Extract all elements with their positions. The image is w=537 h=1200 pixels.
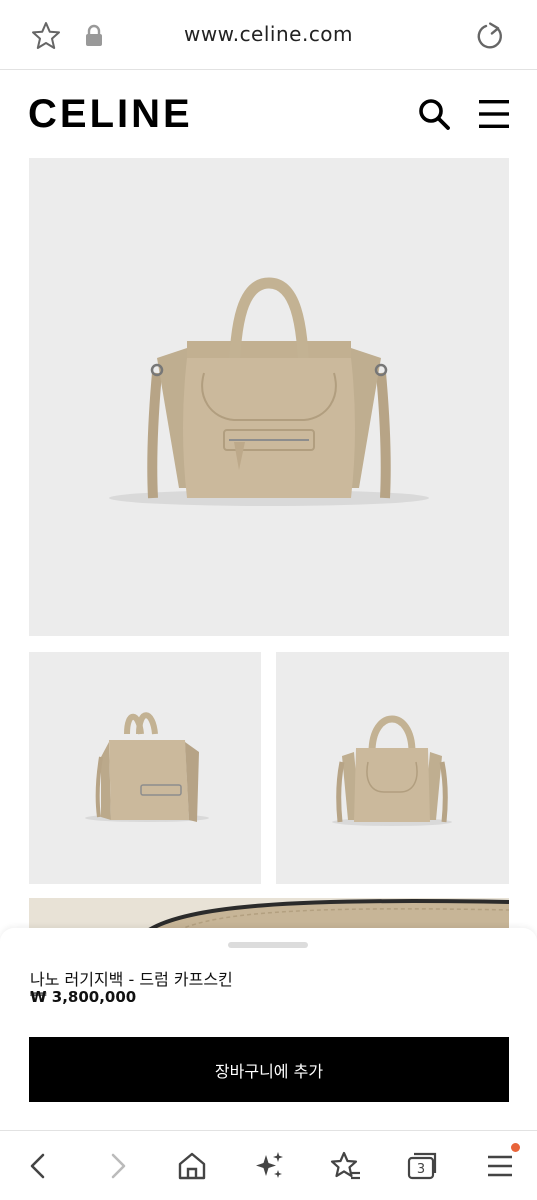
site-header: CELINE — [0, 70, 537, 156]
add-to-cart-label: 장바구니에 추가 — [214, 1061, 324, 1081]
product-name: 나노 러기지백 - 드럼 카프스킨 — [30, 970, 233, 989]
browser-bottom-nav: 3 — [0, 1130, 537, 1200]
add-to-cart-button[interactable]: 장바구니에 추가 — [29, 1037, 509, 1102]
tab-count: 3 — [417, 1162, 425, 1177]
product-price: ₩ 3,800,000 — [30, 988, 137, 1006]
product-image-main[interactable] — [29, 158, 509, 636]
bag-side-illustration — [85, 712, 209, 822]
product-image-back[interactable] — [276, 652, 509, 884]
product-image-side[interactable] — [29, 652, 261, 884]
forward-icon[interactable] — [100, 1149, 134, 1183]
search-icon[interactable] — [416, 96, 452, 132]
browser-url-bar: www.celine.com — [0, 0, 537, 70]
tabs-icon[interactable]: 3 — [405, 1149, 439, 1183]
menu-icon[interactable] — [483, 1149, 517, 1183]
leather-detail-illustration — [29, 898, 509, 930]
reload-icon[interactable] — [474, 20, 506, 52]
sparkle-icon[interactable] — [252, 1149, 286, 1183]
notification-dot — [511, 1143, 520, 1152]
back-icon[interactable] — [22, 1149, 56, 1183]
hamburger-menu-icon[interactable] — [478, 98, 510, 130]
sheet-drag-handle[interactable] — [228, 942, 308, 948]
home-icon[interactable] — [175, 1149, 209, 1183]
url-text[interactable]: www.celine.com — [0, 22, 537, 46]
bag-front-illustration — [109, 277, 429, 506]
product-image-detail[interactable] — [29, 898, 509, 930]
bag-back-illustration — [332, 715, 452, 826]
bookmarks-icon[interactable] — [329, 1149, 363, 1183]
celine-logo[interactable]: CELINE — [28, 92, 193, 137]
product-bottom-sheet: 나노 러기지백 - 드럼 카프스킨 ₩ 3,800,000 장바구니에 추가 — [0, 928, 537, 1130]
